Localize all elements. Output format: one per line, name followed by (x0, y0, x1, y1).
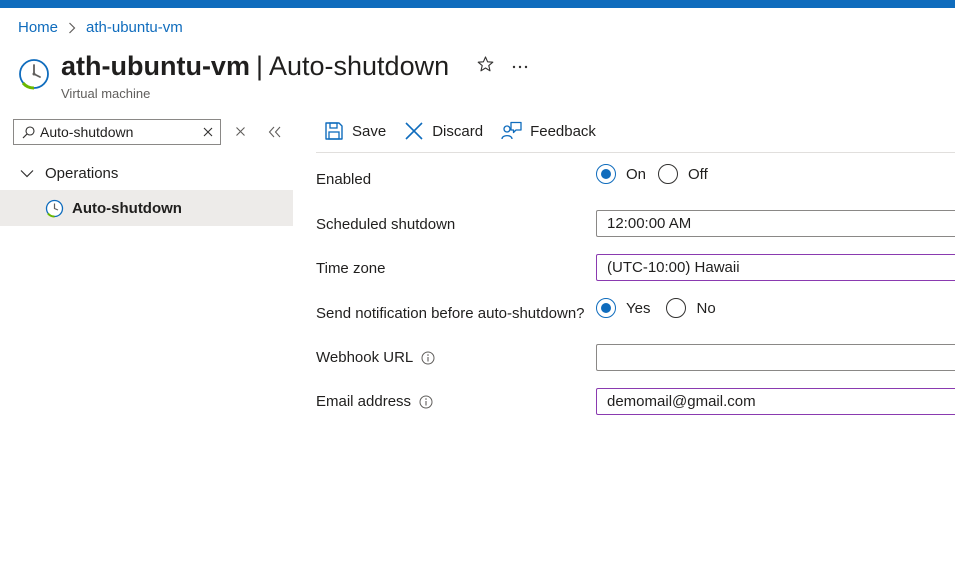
save-button[interactable]: Save (324, 121, 386, 141)
enabled-label: Enabled (316, 171, 371, 188)
radio-checked-icon (596, 298, 616, 318)
chevron-right-icon (68, 22, 76, 34)
notification-label: Send notification before auto-shutdown? (316, 305, 585, 322)
breadcrumb-resource-link[interactable]: ath-ubuntu-vm (86, 19, 183, 36)
feedback-icon (501, 121, 522, 141)
info-icon[interactable] (421, 351, 435, 365)
resource-name: ath-ubuntu-vm (61, 51, 250, 81)
clock-icon (18, 58, 50, 92)
webhook-url-label-text: Webhook URL (316, 349, 414, 366)
sidebar-group-operations[interactable]: Operations (0, 158, 293, 188)
enabled-on-label: On (626, 165, 647, 183)
notification-no-radio[interactable]: No (666, 298, 716, 318)
webhook-url-input[interactable] (607, 349, 947, 366)
email-address-input[interactable] (607, 393, 947, 410)
page-subtitle: Virtual machine (61, 86, 151, 101)
ellipsis-icon[interactable] (512, 57, 528, 75)
enabled-off-radio[interactable]: Off (658, 164, 708, 184)
feedback-button[interactable]: Feedback (501, 121, 596, 141)
title-separator: | (255, 51, 263, 81)
discard-button-label: Discard (432, 122, 484, 140)
time-zone-value: (UTC-10:00) Hawaii (607, 259, 740, 276)
sidebar-group-label: Operations (45, 164, 119, 182)
email-address-field[interactable] (596, 388, 955, 415)
breadcrumb: Home ath-ubuntu-vm (18, 19, 183, 36)
sidebar-item-label: Auto-shutdown (72, 199, 182, 217)
enabled-off-label: Off (688, 165, 708, 183)
email-address-label: Email address (316, 393, 433, 410)
notification-yes-radio[interactable]: Yes (596, 298, 650, 318)
notification-yes-label: Yes (626, 299, 651, 317)
close-icon (404, 121, 424, 141)
notification-label-text: Send notification before auto-shutdown? (316, 305, 585, 322)
enabled-label-text: Enabled (316, 171, 372, 188)
sidebar-item-auto-shutdown[interactable]: Auto-shutdown (0, 190, 293, 226)
notification-radio-group: Yes No (596, 298, 728, 318)
search-icon (22, 125, 35, 139)
save-button-label: Save (352, 122, 387, 140)
time-zone-label: Time zone (316, 260, 385, 277)
star-icon[interactable] (477, 55, 494, 77)
page-header: ath-ubuntu-vm | Auto-shutdown (61, 48, 528, 84)
close-menu-icon[interactable] (235, 126, 246, 137)
page-title: ath-ubuntu-vm | Auto-shutdown (61, 48, 449, 84)
scheduled-shutdown-input[interactable] (607, 215, 947, 232)
notification-no-label: No (696, 299, 716, 317)
time-zone-label-text: Time zone (316, 260, 386, 277)
sidebar-search-box[interactable] (13, 119, 221, 145)
breadcrumb-home-link[interactable]: Home (18, 19, 58, 36)
enabled-on-radio[interactable]: On (596, 164, 646, 184)
command-bar: Save Discard Feedback (324, 121, 614, 141)
discard-button[interactable]: Discard (404, 121, 483, 141)
clear-search-icon[interactable] (202, 126, 214, 138)
sidebar-search-input[interactable] (40, 124, 190, 140)
radio-unchecked-icon (658, 164, 679, 184)
save-icon (324, 121, 344, 141)
collapse-menu-icon[interactable] (268, 126, 282, 138)
toolbar-divider (316, 152, 955, 153)
webhook-url-label: Webhook URL (316, 349, 435, 366)
scheduled-shutdown-field[interactable] (596, 210, 955, 237)
blade-name: Auto-shutdown (268, 51, 450, 81)
scheduled-shutdown-label: Scheduled shutdown (316, 216, 455, 233)
feedback-button-label: Feedback (530, 122, 596, 140)
enabled-radio-group: On Off (596, 164, 720, 184)
info-icon[interactable] (419, 395, 433, 409)
scheduled-shutdown-label-text: Scheduled shutdown (316, 216, 456, 233)
time-zone-dropdown[interactable]: (UTC-10:00) Hawaii (596, 254, 955, 281)
clock-icon (45, 199, 64, 218)
top-bar (0, 0, 955, 8)
chevron-down-icon (20, 169, 34, 178)
email-address-label-text: Email address (316, 393, 412, 410)
radio-checked-icon (596, 164, 616, 184)
webhook-url-field[interactable] (596, 344, 955, 371)
radio-unchecked-icon (666, 298, 687, 318)
